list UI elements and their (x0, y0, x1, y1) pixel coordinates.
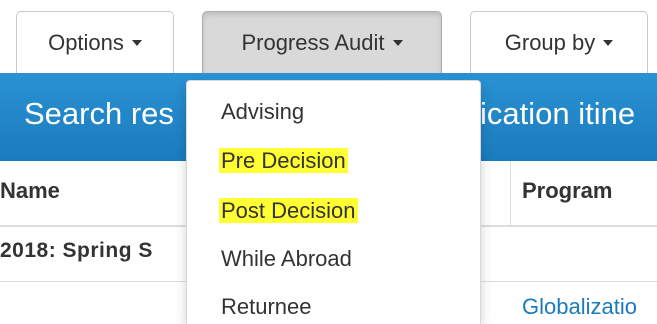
column-header-name[interactable]: Name (0, 178, 60, 204)
options-button[interactable]: Options (16, 11, 174, 73)
group-by-button-label: Group by (504, 29, 596, 55)
group-label: 2018: Spring S (0, 239, 153, 262)
menu-item-label: Post Decision (219, 198, 358, 223)
column-divider (510, 161, 511, 225)
options-button-label: Options (48, 29, 124, 55)
column-header-program[interactable]: Program (522, 178, 612, 204)
menu-item-label: Returnee (221, 294, 312, 319)
menu-item-label: Pre Decision (219, 148, 348, 173)
banner-title-left: Search res (24, 96, 174, 131)
progress-audit-dropdown-menu: Advising Pre Decision Post Decision Whil… (186, 80, 481, 324)
program-link[interactable]: Globalizatio (522, 294, 637, 320)
menu-item-returnee[interactable]: Returnee (221, 291, 312, 323)
menu-item-while-abroad[interactable]: While Abroad (221, 243, 352, 275)
caret-down-icon (603, 39, 614, 46)
menu-item-post-decision[interactable]: Post Decision (219, 195, 358, 227)
caret-down-icon (131, 39, 142, 46)
group-by-button[interactable]: Group by (470, 11, 648, 73)
toolbar: Options Progress Audit Group by (0, 0, 657, 78)
menu-item-advising[interactable]: Advising (221, 96, 304, 128)
caret-down-icon (392, 39, 403, 46)
progress-audit-button[interactable]: Progress Audit (202, 11, 442, 73)
menu-item-label: Advising (221, 99, 305, 124)
progress-audit-button-label: Progress Audit (241, 29, 385, 55)
menu-item-label: While Abroad (221, 246, 352, 271)
menu-item-pre-decision[interactable]: Pre Decision (219, 145, 348, 177)
banner-title-right: ication itine (480, 96, 636, 131)
